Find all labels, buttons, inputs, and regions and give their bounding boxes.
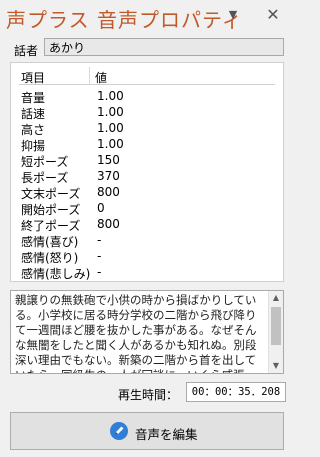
row-value: 1.00 [97,89,124,103]
speaker-field: あかり [44,38,284,56]
row-value: 800 [97,217,120,231]
table-row[interactable]: 感情(怒り) - [11,249,283,265]
row-key: 文末ポーズ [21,187,81,201]
text-area[interactable]: 親譲りの無鉄砲で小供の時から損ばかりしている。小学校に居る時分学校の二階から飛び… [10,290,284,374]
playback-time-label: 再生時間： [118,388,179,402]
row-value: 1.00 [97,121,124,135]
speaker-label: 話者 [14,44,39,58]
scroll-up-arrow-icon[interactable]: ▲ [269,291,283,305]
scroll-thumb[interactable] [271,307,281,345]
row-key: 感情(怒り) [21,251,79,265]
row-value: 1.00 [97,105,124,119]
text-content[interactable]: 親譲りの無鉄砲で小供の時から損ばかりしている。小学校に居る時分学校の二階から飛び… [15,293,267,373]
row-value: - [97,265,102,279]
row-key: 短ポーズ [21,155,69,169]
row-key: 開始ポーズ [21,203,81,217]
table-row[interactable]: 開始ポーズ 0 [11,201,283,217]
table-row[interactable]: 感情(悲しみ) - [11,265,283,281]
row-key: 終了ポーズ [21,219,81,233]
column-divider[interactable] [89,67,90,85]
row-key: 高さ [21,123,46,137]
playback-time-field: 00：00：35．208 [186,382,286,402]
vertical-scrollbar[interactable]: ▲ ▼ [268,291,283,373]
row-value: - [97,249,102,263]
properties-table: 項目 値 音量 1.00 話速 1.00 高さ 1.00 抑揚 1.00 短ポーズ 150… [10,62,284,282]
edit-voice-button[interactable]: 音声を編集 [10,412,284,450]
table-row[interactable]: 高さ 1.00 [11,121,283,137]
table-row[interactable]: 音量 1.00 [11,89,283,105]
row-key: 抑揚 [21,139,46,153]
pen-icon [110,422,128,440]
window-title: 声プラス 音声プロパティ [6,8,243,32]
dropdown-icon[interactable]: ▼ [222,4,244,26]
table-row[interactable]: 文末ポーズ 800 [11,185,283,201]
edit-voice-label: 音声を編集 [135,427,198,442]
row-key: 感情(喜び) [21,235,79,249]
row-key: 音量 [21,91,46,105]
table-row[interactable]: 抑揚 1.00 [11,137,283,153]
table-row[interactable]: 終了ポーズ 800 [11,217,283,233]
row-value: - [97,233,102,247]
row-value: 800 [97,185,120,199]
row-key: 話速 [21,107,46,121]
table-row[interactable]: 長ポーズ 370 [11,169,283,185]
table-row[interactable]: 話速 1.00 [11,105,283,121]
header-divider [19,84,275,85]
row-key: 長ポーズ [21,171,69,185]
row-value: 150 [97,153,120,167]
close-icon[interactable]: ✕ [262,4,284,26]
title-bar: 声プラス 音声プロパティ ▼ ✕ [0,0,294,36]
table-row[interactable]: 短ポーズ 150 [11,153,283,169]
table-row[interactable]: 感情(喜び) - [11,233,283,249]
row-value: 0 [97,201,105,215]
row-value: 1.00 [97,137,124,151]
row-key: 感情(悲しみ) [21,267,91,281]
row-value: 370 [97,169,120,183]
scroll-down-arrow-icon[interactable]: ▼ [269,359,283,373]
